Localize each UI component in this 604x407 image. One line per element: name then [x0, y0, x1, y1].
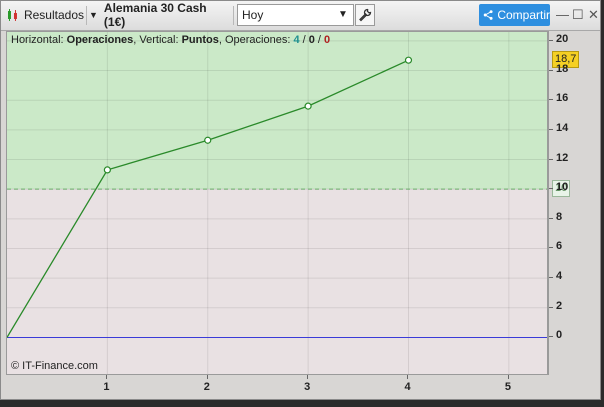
y-tick-mark [549, 128, 553, 130]
instrument-selector[interactable]: ▼ Alemania 30 Cash (1€) [89, 1, 231, 29]
data-point [103, 166, 111, 174]
wrench-icon [359, 8, 372, 22]
plot-area[interactable]: Horizontal: Operaciones, Vertical: Punto… [6, 31, 548, 375]
data-point [304, 102, 312, 110]
y-tick-mark [549, 99, 553, 101]
operations-separator: / [299, 34, 309, 46]
caret-down-icon: ▼ [89, 10, 98, 20]
y-tick-label: 10 [556, 181, 569, 194]
y-tick-label: 6 [556, 240, 563, 253]
y-tick-mark [549, 306, 553, 308]
x-tick-mark [206, 375, 208, 379]
y-tick-mark [549, 188, 553, 190]
y-tick-label: 2 [556, 299, 563, 312]
equity-curve-chart [7, 32, 547, 374]
lower-zone-fill [7, 189, 547, 374]
candlestick-icon [7, 9, 17, 21]
horizontal-label: Horizontal: [11, 34, 67, 46]
y-tick-mark [549, 336, 553, 338]
data-point [204, 136, 212, 144]
results-button[interactable]: Resultados [4, 4, 84, 26]
y-tick-label: 0 [556, 329, 563, 342]
results-label: Resultados [23, 8, 84, 22]
y-tick-label: 18 [556, 62, 569, 75]
x-tick-label: 1 [103, 381, 110, 393]
x-tick-mark [307, 375, 309, 379]
minimize-icon[interactable]: — [556, 7, 569, 22]
y-tick-label: 4 [556, 270, 563, 283]
share-label: Compartir [497, 8, 550, 22]
horizontal-value: Operaciones [66, 34, 134, 46]
instrument-label: Alemania 30 Cash (1€) [103, 1, 207, 29]
y-tick-label: 8 [556, 210, 563, 223]
copyright-text: © IT-Finance.com [11, 360, 98, 372]
operations-separator: / [314, 34, 325, 46]
upper-zone-fill [7, 32, 547, 190]
x-tick-label: 4 [404, 381, 411, 393]
toolbar: Resultados ▼ Alemania 30 Cash (1€) Hoy ▼ [1, 1, 600, 31]
share-icon [483, 10, 493, 20]
chart-area: Horizontal: Operaciones, Vertical: Punto… [6, 31, 597, 398]
y-tick-mark [549, 277, 553, 279]
y-tick-label: 14 [556, 121, 569, 134]
toolbar-divider [86, 6, 87, 25]
y-tick-mark [549, 158, 553, 160]
operations-label: , Operaciones: [218, 34, 294, 46]
y-tick-label: 12 [556, 151, 569, 164]
y-tick-mark [549, 69, 553, 71]
y-tick-mark [549, 247, 553, 249]
vertical-label: , Vertical: [133, 34, 182, 46]
settings-button[interactable] [355, 4, 375, 26]
app-window: Resultados ▼ Alemania 30 Cash (1€) Hoy ▼ [0, 0, 601, 400]
y-tick-mark [549, 39, 553, 41]
x-tick-label: 2 [203, 381, 210, 393]
toolbar-divider [233, 6, 234, 25]
x-tick-label: 3 [304, 381, 311, 393]
share-button[interactable]: Compartir [479, 4, 550, 26]
y-tick-mark [549, 217, 553, 219]
y-tick-label: 16 [556, 92, 569, 105]
x-tick-mark [507, 375, 509, 379]
y-tick-label: 20 [556, 32, 569, 45]
x-axis[interactable]: 1 2 3 4 5 [6, 375, 548, 398]
chart-header: Horizontal: Operaciones, Vertical: Punto… [11, 34, 330, 46]
close-icon[interactable]: ✕ [588, 7, 599, 23]
vertical-value: Puntos [181, 34, 219, 46]
x-tick-mark [407, 375, 409, 379]
x-tick-label: 5 [504, 381, 511, 393]
period-value: Hoy [242, 8, 264, 22]
maximize-icon[interactable]: ☐ [572, 7, 584, 23]
period-select[interactable]: Hoy ▼ [237, 4, 354, 26]
y-axis[interactable]: 18,7 10 0 2 4 6 8 10 12 14 16 18 20 [548, 31, 597, 375]
data-point [404, 56, 413, 64]
chevron-down-icon: ▼ [338, 9, 348, 20]
x-tick-mark [106, 375, 108, 379]
operations-last: 0 [324, 34, 331, 46]
